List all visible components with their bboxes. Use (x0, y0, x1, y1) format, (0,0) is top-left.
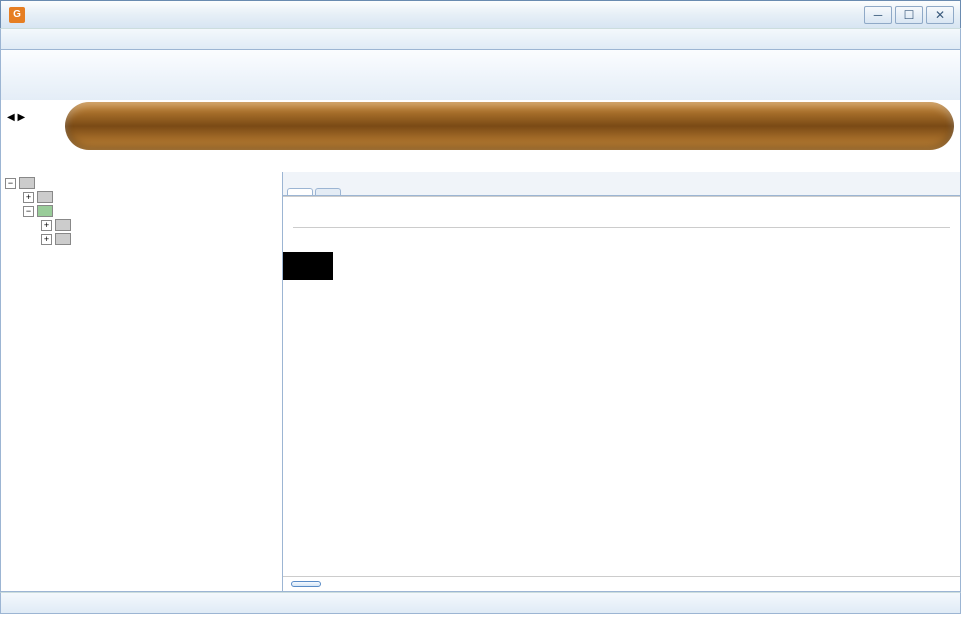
window-buttons: ─ ☐ ✕ (864, 6, 960, 24)
tab-browse-files[interactable] (315, 188, 341, 195)
maximize-button[interactable]: ☐ (895, 6, 923, 24)
hdd-icon (19, 177, 35, 189)
menu-partition[interactable] (37, 37, 53, 41)
minimize-button[interactable]: ─ (864, 6, 892, 24)
statusbar (0, 592, 961, 614)
redacted-area (283, 252, 333, 280)
expand-icon[interactable]: + (41, 234, 52, 245)
volume-icon (55, 233, 71, 245)
close-button[interactable]: ✕ (926, 6, 954, 24)
allocation-bar (283, 576, 960, 591)
expand-icon[interactable]: + (23, 192, 34, 203)
expand-icon[interactable]: − (23, 206, 34, 217)
menu-file[interactable] (5, 37, 21, 41)
titlebar: G ─ ☐ ✕ (0, 0, 961, 28)
disk-info-line (7, 150, 954, 170)
tab-partition-params[interactable] (287, 188, 313, 195)
expand-icon[interactable]: + (41, 220, 52, 231)
menu-tools[interactable] (53, 37, 69, 41)
app-icon: G (9, 7, 25, 23)
menu-disk[interactable] (21, 37, 37, 41)
nav-prev-icon[interactable]: ◀ ▶ (7, 112, 61, 123)
volume-icon (55, 219, 71, 231)
menubar (0, 28, 961, 50)
analyze-button[interactable] (291, 581, 321, 587)
disk-tree[interactable]: − + − + + (1, 172, 283, 591)
extended-icon (37, 205, 53, 217)
expand-icon[interactable]: − (5, 178, 16, 189)
partition-details (283, 197, 960, 576)
volume-icon (37, 191, 53, 203)
menu-view[interactable] (69, 37, 85, 41)
tab-bar (283, 172, 960, 196)
partition-bar[interactable] (65, 102, 954, 150)
toolbar (0, 50, 961, 100)
menu-about[interactable] (85, 37, 101, 41)
disk-overview: ◀ ▶ (0, 100, 961, 172)
